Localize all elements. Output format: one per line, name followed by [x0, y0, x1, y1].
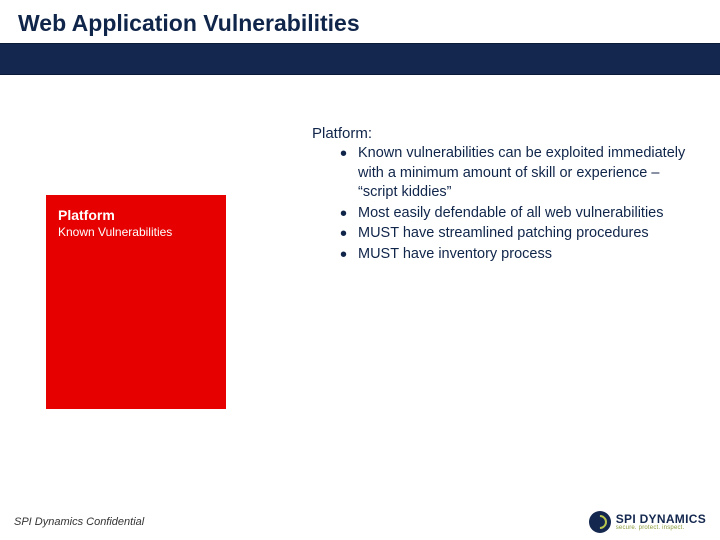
platform-box-title: Platform	[58, 207, 214, 223]
list-item: MUST have inventory process	[340, 245, 692, 265]
slide-title: Web Application Vulnerabilities	[18, 10, 702, 37]
body-text: Platform: Known vulnerabilities can be e…	[312, 125, 692, 265]
logo-name: SPI DYNAMICS	[616, 513, 706, 525]
company-logo: SPI DYNAMICS secure. protect. inspect.	[589, 511, 706, 533]
bullet-list: Known vulnerabilities can be exploited i…	[340, 144, 692, 264]
list-item: Known vulnerabilities can be exploited i…	[340, 144, 692, 203]
logo-text: SPI DYNAMICS secure. protect. inspect.	[616, 513, 706, 531]
confidential-label: SPI Dynamics Confidential	[14, 516, 144, 528]
platform-box-subtitle: Known Vulnerabilities	[58, 225, 214, 240]
list-item: Most easily defendable of all web vulner…	[340, 204, 692, 224]
header-band	[0, 43, 720, 75]
logo-icon	[589, 511, 611, 533]
logo-tagline: secure. protect. inspect.	[616, 525, 706, 531]
footer: SPI Dynamics Confidential SPI DYNAMICS s…	[0, 510, 720, 540]
section-label: Platform:	[312, 125, 692, 142]
list-item: MUST have streamlined patching procedure…	[340, 224, 692, 244]
title-bar: Web Application Vulnerabilities	[0, 0, 720, 43]
platform-box: Platform Known Vulnerabilities	[46, 195, 226, 409]
content-area: Platform Known Vulnerabilities Platform:…	[0, 75, 720, 495]
